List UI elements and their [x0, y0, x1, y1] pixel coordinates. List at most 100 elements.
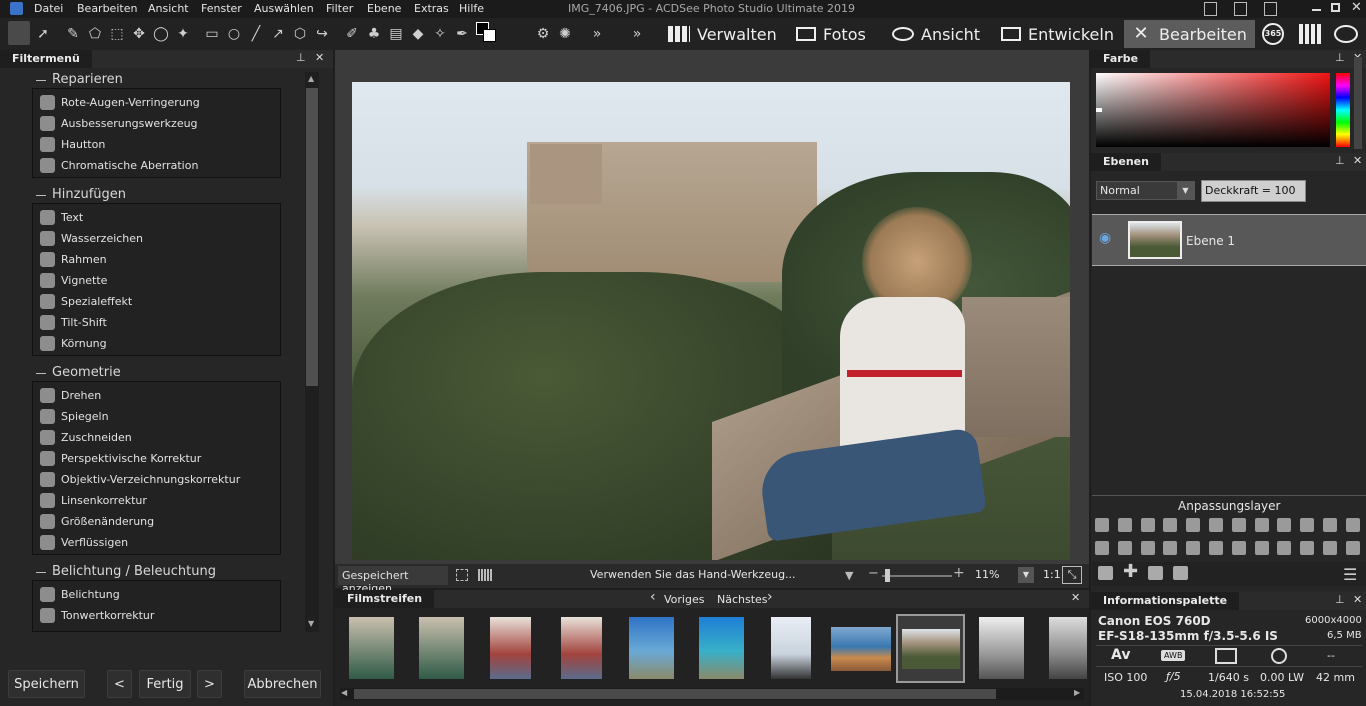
- photo-filter-adj-icon[interactable]: [1277, 518, 1292, 532]
- curves-adj-icon[interactable]: [1140, 518, 1155, 532]
- menu-ansicht[interactable]: Ansicht: [148, 2, 189, 15]
- group-geometrie[interactable]: Geometrie: [52, 365, 121, 380]
- grain-adj-icon[interactable]: [1231, 541, 1246, 555]
- color-swatch-icon[interactable]: [476, 22, 498, 44]
- light-adj-icon[interactable]: [1163, 518, 1178, 532]
- filter-scrollbar[interactable]: ▲ ▼: [305, 72, 319, 632]
- filter-item[interactable]: Perspektivische Korrektur: [40, 449, 201, 467]
- filter-item[interactable]: Ausbesserungswerkzeug: [40, 114, 198, 132]
- filter-item[interactable]: Tilt-Shift: [40, 313, 107, 331]
- pin-icon[interactable]: ⊥: [1335, 154, 1345, 167]
- gradient-adj-icon[interactable]: [1254, 541, 1269, 555]
- filter-item[interactable]: Drehen: [40, 386, 101, 404]
- ellipse-icon[interactable]: ○: [225, 25, 243, 43]
- pin-icon[interactable]: ⊥: [296, 51, 306, 64]
- filter-item[interactable]: Tonwertkorrektur: [40, 606, 154, 624]
- layer-visibility-icon[interactable]: ◉: [1099, 230, 1111, 246]
- noise-adj-icon[interactable]: [1186, 541, 1201, 555]
- thumbnail[interactable]: [629, 617, 674, 679]
- filmstrip-prev[interactable]: Voriges: [664, 593, 704, 606]
- thumbnail[interactable]: [1049, 617, 1087, 679]
- filter-item[interactable]: Körnung: [40, 334, 107, 352]
- layer-name[interactable]: Ebene 1: [1186, 234, 1235, 248]
- filter-item[interactable]: Verflüssigen: [40, 533, 128, 551]
- group-collapse-icon[interactable]: [36, 195, 46, 196]
- thumbnail[interactable]: [561, 617, 602, 679]
- thumbnail[interactable]: [490, 617, 531, 679]
- filter-item[interactable]: Vignette: [40, 271, 107, 289]
- frame-adj-icon[interactable]: [1300, 541, 1315, 555]
- color-scrollbar[interactable]: [1354, 57, 1362, 149]
- mode-365-icon[interactable]: 365: [1262, 23, 1284, 45]
- close-window-icon[interactable]: ✕: [1351, 0, 1362, 15]
- lasso-poly-icon[interactable]: ⬠: [86, 25, 104, 43]
- close-icon[interactable]: ✕: [1071, 591, 1080, 604]
- camera-adj-icon[interactable]: [1095, 541, 1109, 555]
- thumbnail[interactable]: [831, 627, 891, 671]
- filter-item[interactable]: Wasserzeichen: [40, 229, 143, 247]
- zoom-in-icon[interactable]: +: [953, 565, 965, 581]
- menu-hilfe[interactable]: Hilfe: [459, 2, 484, 15]
- filmstrip-title[interactable]: Filmstreifen: [335, 590, 435, 608]
- filter-item[interactable]: Text: [40, 208, 83, 226]
- filmstrip-scroll-thumb[interactable]: [354, 689, 996, 699]
- curve-icon[interactable]: ↪: [313, 25, 331, 43]
- filter-item[interactable]: Belichtung: [40, 585, 120, 603]
- menu-datei[interactable]: Datei: [34, 2, 63, 15]
- filter-item[interactable]: Rahmen: [40, 250, 107, 268]
- chart-adj-icon[interactable]: [1323, 541, 1337, 555]
- color-picker-field[interactable]: [1096, 73, 1330, 147]
- mode-ansicht[interactable]: Ansicht: [886, 20, 986, 48]
- menu-auswaehlen[interactable]: Auswählen: [254, 2, 314, 15]
- prev-button[interactable]: <: [107, 670, 132, 698]
- gradient-icon[interactable]: ▤: [387, 25, 405, 43]
- opacity-field[interactable]: Deckkraft = 100: [1201, 180, 1306, 202]
- filter-item[interactable]: Objektiv-Verzeichnungskorrektur: [40, 470, 240, 488]
- select-tool-icon[interactable]: ➚: [34, 25, 52, 43]
- fit-screen-icon[interactable]: [456, 569, 468, 581]
- cancel-button[interactable]: Abbrechen: [244, 670, 321, 698]
- histogram-icon[interactable]: [478, 569, 492, 581]
- person-adj-icon[interactable]: [1117, 541, 1132, 555]
- mode-fotos[interactable]: Fotos: [790, 20, 872, 48]
- scroll-left-icon[interactable]: ◀: [341, 688, 347, 697]
- minimize-icon[interactable]: [1312, 9, 1321, 11]
- close-icon[interactable]: ✕: [1353, 593, 1362, 606]
- thumbnail[interactable]: [979, 617, 1024, 679]
- smudge-icon[interactable]: ✧: [431, 25, 449, 43]
- magic-wand-icon[interactable]: ✦: [174, 25, 192, 43]
- ratio-button[interactable]: 1:1: [1043, 568, 1061, 581]
- box-adj-icon[interactable]: [1345, 541, 1360, 555]
- filter-item[interactable]: Spezialeffekt: [40, 292, 132, 310]
- drop-adj-icon[interactable]: [1163, 541, 1178, 555]
- move-icon[interactable]: ✥: [130, 25, 148, 43]
- clone-icon[interactable]: ♣: [365, 25, 383, 43]
- add-layer-icon[interactable]: ✚: [1123, 561, 1138, 582]
- bw-adj-icon[interactable]: [1254, 518, 1269, 532]
- filmstrip-scrollbar[interactable]: ◀ ▶: [340, 688, 1084, 700]
- scroll-thumb[interactable]: [306, 88, 318, 386]
- filter-panel-title[interactable]: Filtermenü: [0, 50, 92, 68]
- filter-item[interactable]: Spiegeln: [40, 407, 109, 425]
- done-button[interactable]: Fertig: [139, 670, 191, 698]
- main-photo[interactable]: [352, 82, 1070, 560]
- transform-icon[interactable]: ⬚: [108, 25, 126, 43]
- menu-extras[interactable]: Extras: [414, 2, 449, 15]
- hue-slider[interactable]: [1336, 73, 1350, 147]
- close-icon[interactable]: ✕: [315, 51, 324, 64]
- settings-wheel-icon[interactable]: ⚙: [534, 25, 552, 43]
- zoom-out-icon[interactable]: −: [868, 566, 879, 581]
- layer-row[interactable]: ◉ Ebene 1: [1092, 214, 1366, 266]
- contrast-adj-icon[interactable]: [1323, 518, 1337, 532]
- levels-adj-icon[interactable]: [1117, 518, 1132, 532]
- zoom-select-icon[interactable]: ▼: [1018, 567, 1034, 583]
- pin-icon[interactable]: ⊥: [1335, 593, 1345, 606]
- filter-item[interactable]: Linsenkorrektur: [40, 491, 147, 509]
- brush-icon[interactable]: ✐: [343, 25, 361, 43]
- image-adj-icon[interactable]: [1277, 541, 1292, 555]
- group-hinzufuegen[interactable]: Hinzufügen: [52, 187, 126, 202]
- zoom-slider[interactable]: [882, 575, 952, 577]
- restore-icon[interactable]: [1331, 3, 1340, 12]
- duplicate-layer-icon[interactable]: [1148, 566, 1163, 580]
- save-button[interactable]: Speichern: [8, 670, 85, 698]
